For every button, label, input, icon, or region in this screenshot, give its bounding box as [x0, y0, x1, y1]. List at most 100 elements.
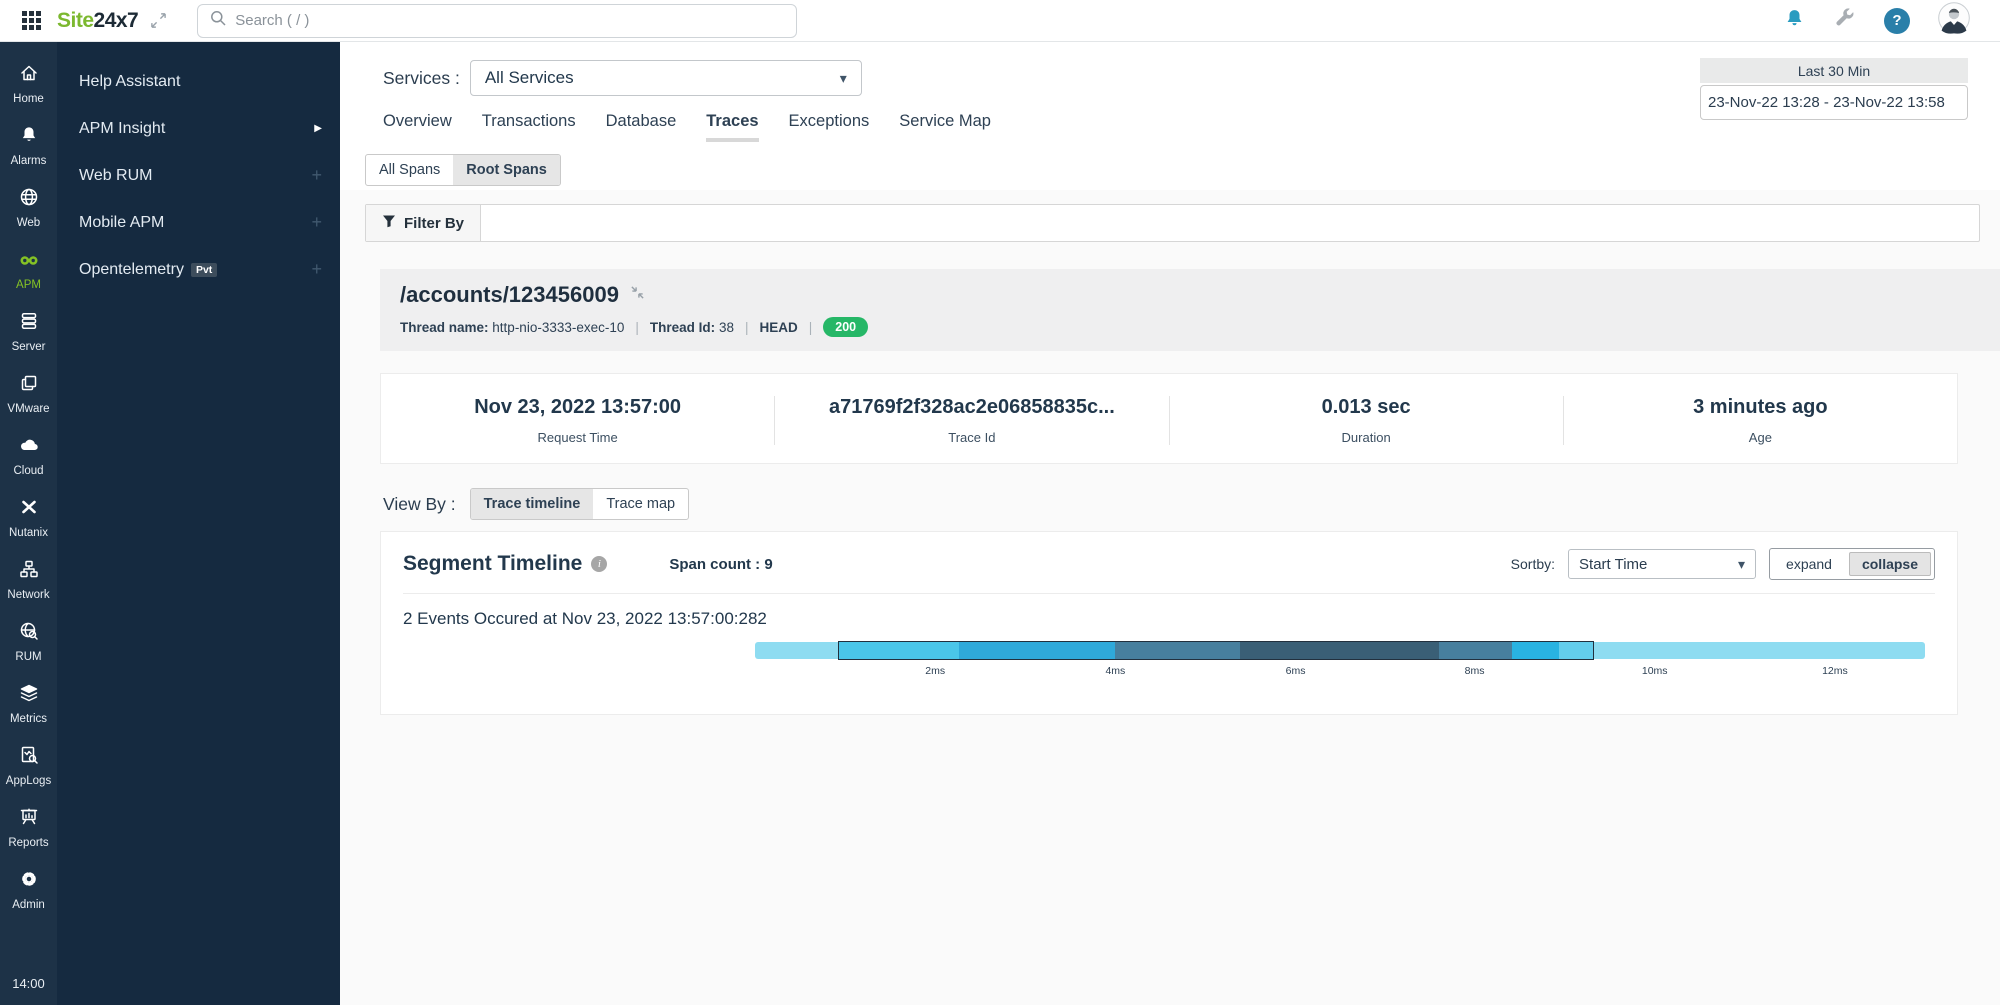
binoculars-icon — [18, 248, 40, 275]
thread-name-value: http-nio-3333-exec-10 — [492, 319, 625, 335]
tab-traces[interactable]: Traces — [706, 112, 759, 142]
timeline-segment-7[interactable] — [1559, 642, 1593, 659]
trace-header: /accounts/123456009 Thread name: http-ni… — [380, 269, 2000, 351]
sidebar-item-rum[interactable]: RUM — [6, 610, 51, 672]
tab-database[interactable]: Database — [606, 112, 677, 142]
timeline-bar[interactable] — [755, 641, 1925, 660]
tools-wrench-icon[interactable] — [1834, 7, 1856, 34]
panel-item-apm-insight[interactable]: APM Insight ▶ — [57, 105, 340, 152]
chevron-right-icon: ▶ — [314, 123, 322, 134]
panel-item-help-assistant[interactable]: Help Assistant — [57, 58, 340, 105]
sidebar-item-web[interactable]: Web — [6, 176, 51, 238]
trace-map-option[interactable]: Trace map — [593, 489, 688, 519]
plus-icon[interactable]: + — [311, 259, 322, 280]
time-quick-label[interactable]: Last 30 Min — [1700, 58, 1968, 83]
timeline-tick-6ms: 6ms — [1285, 665, 1306, 677]
search-icon — [210, 10, 226, 31]
global-search[interactable] — [197, 3, 798, 38]
services-dropdown[interactable]: All Services ▾ — [469, 60, 862, 96]
timeline-segment-4[interactable] — [1239, 642, 1440, 659]
expand-collapse-toggle: expand collapse — [1769, 548, 1935, 580]
reports-icon — [18, 806, 40, 833]
sidebar-item-applogs[interactable]: AppLogs — [6, 734, 51, 796]
search-input[interactable] — [235, 12, 785, 29]
timeline-tick-4ms: 4ms — [1105, 665, 1126, 677]
chevron-down-icon: ▾ — [1738, 555, 1746, 572]
sidebar-item-admin[interactable]: Admin — [6, 858, 51, 920]
timeline-segment-2[interactable] — [958, 642, 1116, 659]
applogs-icon — [18, 744, 40, 771]
timeline-span-group[interactable] — [838, 641, 1594, 660]
help-icon[interactable]: ? — [1884, 7, 1910, 34]
services-label: Services : — [383, 67, 460, 88]
collapse-icon[interactable] — [630, 285, 645, 305]
sidebar-item-reports[interactable]: Reports — [6, 796, 51, 858]
sortby-value: Start Time — [1579, 555, 1648, 573]
pvt-badge: Pvt — [190, 262, 218, 277]
rum-icon — [18, 620, 40, 647]
funnel-icon — [382, 214, 396, 232]
chevron-down-icon: ▾ — [839, 69, 847, 86]
site24x7-logo[interactable]: Site 24x7 — [57, 9, 139, 33]
sidebar-item-nutanix[interactable]: Nutanix — [6, 486, 51, 548]
info-icon[interactable]: i — [591, 556, 608, 572]
trace-stats-card: Nov 23, 2022 13:57:00 Request Time a71769f… — [380, 373, 1958, 464]
tab-overview[interactable]: Overview — [383, 112, 452, 142]
http-method: HEAD — [759, 319, 798, 335]
timeline-tick-8ms: 8ms — [1464, 665, 1485, 677]
timeline-segment-5[interactable] — [1439, 642, 1513, 659]
sidebar-item-cloud[interactable]: Cloud — [6, 424, 51, 486]
span-count: Span count : 9 — [669, 555, 773, 573]
tab-transactions[interactable]: Transactions — [482, 112, 576, 142]
home-icon — [18, 62, 40, 89]
timeline-segment-1[interactable] — [839, 642, 959, 659]
view-by-label: View By : — [383, 493, 456, 514]
cloud-icon — [18, 434, 40, 461]
sidebar-item-alarms[interactable]: Alarms — [6, 114, 51, 176]
plus-icon[interactable]: + — [311, 212, 322, 233]
admin-icon — [18, 868, 40, 895]
thread-id-value: 38 — [718, 319, 734, 335]
stat-duration: 0.013 sec Duration — [1168, 396, 1563, 445]
notifications-bell-icon[interactable] — [1783, 7, 1806, 35]
avatar[interactable] — [1938, 2, 1970, 39]
sidebar-item-vmware[interactable]: VMware — [6, 362, 51, 424]
sidebar-item-apm[interactable]: APM — [6, 238, 51, 300]
collapse-option[interactable]: collapse — [1848, 552, 1931, 576]
fullscreen-icon[interactable] — [150, 12, 167, 29]
plus-icon[interactable]: + — [311, 165, 322, 186]
sidebar-item-home[interactable]: Home — [6, 52, 51, 114]
timeline-tick-2ms: 2ms — [925, 665, 946, 677]
sidebar-item-server[interactable]: Server — [6, 300, 51, 362]
globe-icon — [18, 186, 40, 213]
segment-timeline-title: Segment Timeline — [403, 552, 583, 575]
panel-item-opentelemetry[interactable]: Opentelemetry Pvt + — [57, 246, 340, 293]
sidebar-item-metrics[interactable]: Metrics — [6, 672, 51, 734]
tab-service-map[interactable]: Service Map — [899, 112, 991, 142]
panel-item-mobile-apm[interactable]: Mobile APM + — [57, 199, 340, 246]
root-spans-option[interactable]: Root Spans — [453, 155, 560, 185]
time-range-widget: Last 30 Min 23-Nov-22 13:28 - 23-Nov-22 … — [1700, 58, 1968, 120]
filter-by-label: Filter By — [404, 214, 465, 232]
all-spans-option[interactable]: All Spans — [366, 155, 453, 185]
time-range-picker[interactable]: 23-Nov-22 13:28 - 23-Nov-22 13:58 — [1700, 85, 1968, 120]
timeline-segment-6[interactable] — [1512, 642, 1559, 659]
server-icon — [18, 310, 40, 337]
trace-timeline-option[interactable]: Trace timeline — [470, 489, 594, 519]
sortby-dropdown[interactable]: Start Time ▾ — [1568, 549, 1757, 579]
panel-item-web-rum[interactable]: Web RUM + — [57, 152, 340, 199]
filter-input[interactable] — [481, 205, 1979, 241]
timeline-segment-3[interactable] — [1115, 642, 1240, 659]
filter-by-button[interactable]: Filter By — [366, 205, 482, 241]
nutanix-icon — [18, 496, 40, 523]
topbar: Site24x7 ? — [0, 0, 2000, 42]
timeline-tick-12ms: 12ms — [1822, 665, 1848, 677]
app-grid-icon[interactable] — [22, 11, 41, 30]
timeline-tick-10ms: 10ms — [1641, 665, 1668, 677]
tab-exceptions[interactable]: Exceptions — [789, 112, 870, 142]
expand-option[interactable]: expand — [1773, 552, 1845, 576]
vmware-icon — [18, 372, 40, 399]
sidebar-item-network[interactable]: Network — [6, 548, 51, 610]
stat-request-time: Nov 23, 2022 13:57:00 Request Time — [474, 396, 682, 445]
network-icon — [18, 558, 40, 585]
